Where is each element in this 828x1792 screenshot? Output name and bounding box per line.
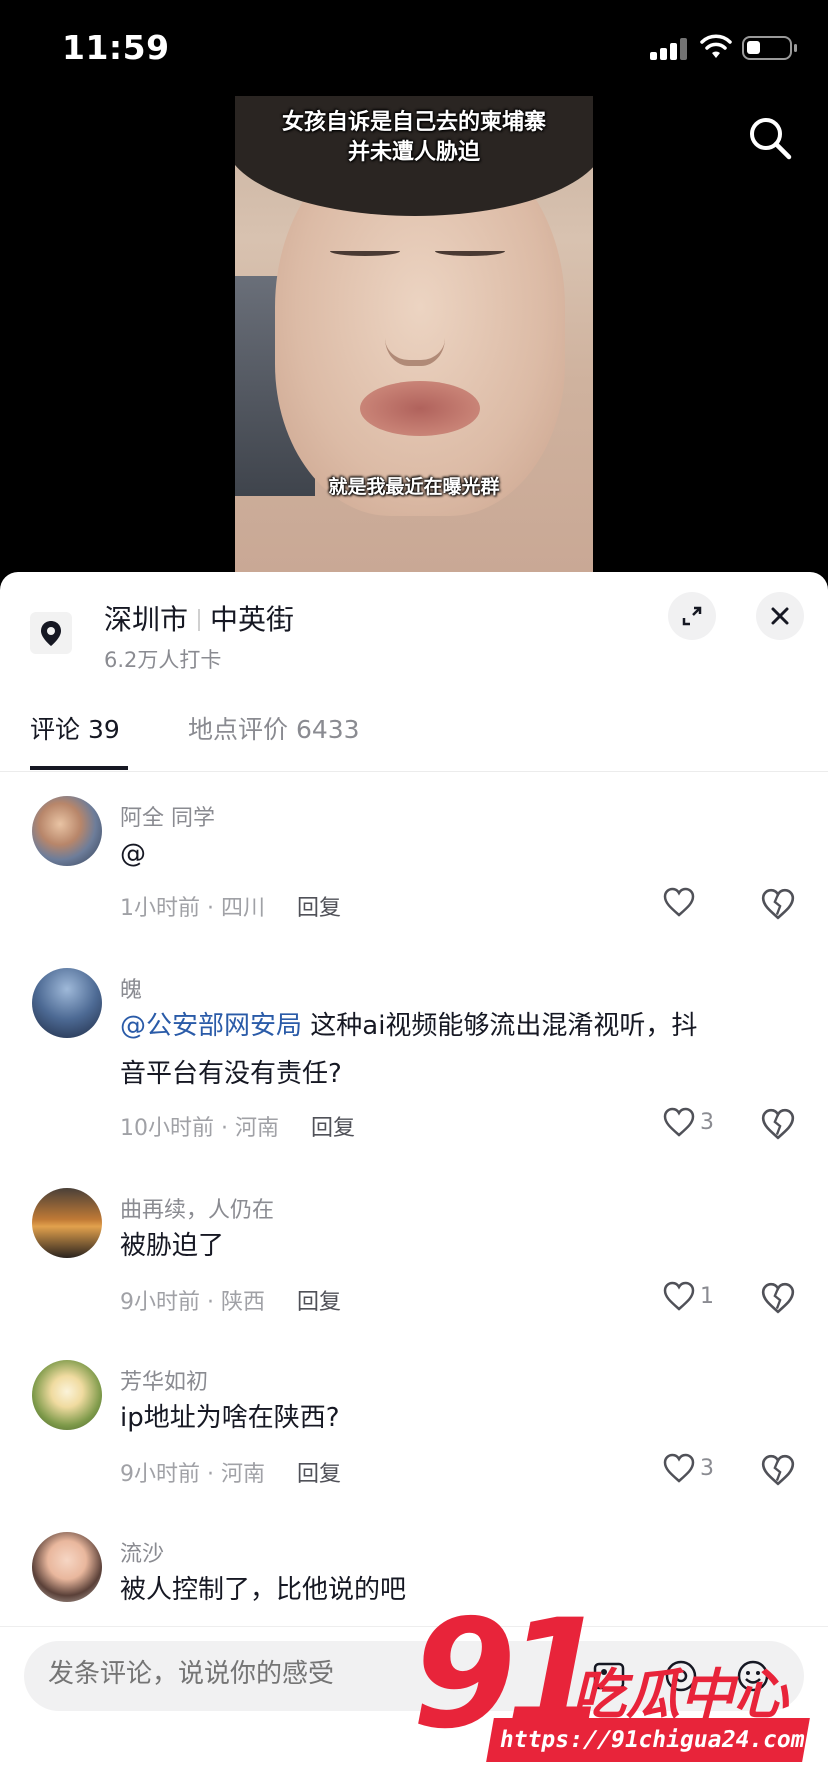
wifi-icon — [700, 34, 732, 58]
location-pin-icon — [30, 612, 72, 654]
reply-button[interactable]: 回复 — [311, 1116, 355, 1141]
tab-bar: 评论 39 地点评价 6433 — [0, 690, 828, 772]
battery-icon — [742, 36, 797, 60]
location-name[interactable]: 深圳市 中英街 — [104, 598, 294, 638]
tab-underline — [30, 766, 128, 770]
heart-icon — [663, 1107, 695, 1137]
comment-username[interactable]: 魄 — [120, 972, 142, 1004]
broken-heart-icon[interactable] — [760, 886, 796, 922]
comment-text: ip地址为啥在陕西? — [120, 1403, 340, 1433]
comment-text: @ — [120, 839, 146, 869]
broken-heart-icon[interactable] — [760, 1106, 796, 1142]
tab-place-reviews[interactable]: 地点评价 6433 — [188, 710, 360, 746]
comment-username[interactable]: 曲再续，人仍在 — [120, 1192, 274, 1224]
heart-icon — [663, 1453, 695, 1483]
video-player[interactable]: 女孩自诉是自己去的柬埔寨 并未遭人胁迫 就是我最近在曝光群 — [235, 96, 593, 572]
tab-comments[interactable]: 评论 39 — [30, 710, 120, 746]
close-icon — [771, 607, 789, 625]
heart-icon — [663, 1281, 695, 1311]
broken-heart-icon[interactable] — [760, 1452, 796, 1488]
expand-icon — [682, 606, 702, 626]
comment-text: @公安部网安局 这种ai视频能够流出混淆视听，抖 音平台有没有责任? — [120, 1011, 698, 1089]
comment-meta: 1小时前 · 四川 回复 — [120, 896, 341, 921]
like-button[interactable]: 1 — [660, 1278, 760, 1318]
avatar[interactable] — [32, 1532, 102, 1602]
broken-heart-icon[interactable] — [760, 1280, 796, 1316]
comment-username[interactable]: 流沙 — [120, 1536, 164, 1568]
avatar[interactable] — [32, 1188, 102, 1258]
heart-icon — [663, 887, 695, 917]
comment-meta: 9小时前 · 河南 回复 — [120, 1462, 341, 1487]
like-button[interactable]: 3 — [660, 1450, 760, 1490]
checkin-count: 6.2万人打卡 — [104, 648, 222, 672]
comment-text: 被胁迫了 — [120, 1231, 225, 1261]
watermark-logo: 91 吃瓜中心 https://91chigua24.com — [412, 1600, 812, 1780]
comment-username[interactable]: 阿全 同学 — [120, 800, 215, 832]
like-count: 3 — [700, 1456, 714, 1481]
reply-button[interactable]: 回复 — [297, 1290, 341, 1315]
like-count: 1 — [700, 1284, 714, 1309]
reply-button[interactable]: 回复 — [297, 896, 341, 921]
comment-meta: 10小时前 · 河南 回复 — [120, 1116, 355, 1141]
close-button[interactable] — [756, 592, 804, 640]
video-caption-top: 女孩自诉是自己去的柬埔寨 并未遭人胁迫 — [281, 110, 546, 165]
video-caption-bottom: 就是我最近在曝光群 — [328, 476, 500, 498]
reply-button[interactable]: 回复 — [297, 1462, 341, 1487]
mention-link[interactable]: @公安部网安局 — [120, 1011, 302, 1041]
avatar[interactable] — [32, 796, 102, 866]
comment-username[interactable]: 芳华如初 — [120, 1364, 208, 1396]
comment-meta: 9小时前 · 陕西 回复 — [120, 1290, 341, 1315]
like-count: 3 — [700, 1110, 714, 1135]
status-bar: 11:59 — [0, 0, 828, 96]
avatar[interactable] — [32, 1360, 102, 1430]
expand-button[interactable] — [668, 592, 716, 640]
search-icon[interactable] — [748, 116, 792, 160]
like-button[interactable] — [660, 884, 760, 924]
like-button[interactable]: 3 — [660, 1104, 760, 1144]
watermark-url: https://91chigua24.com — [486, 1718, 810, 1762]
status-time: 11:59 — [62, 28, 170, 67]
avatar[interactable] — [32, 968, 102, 1038]
signal-icon — [650, 36, 688, 60]
